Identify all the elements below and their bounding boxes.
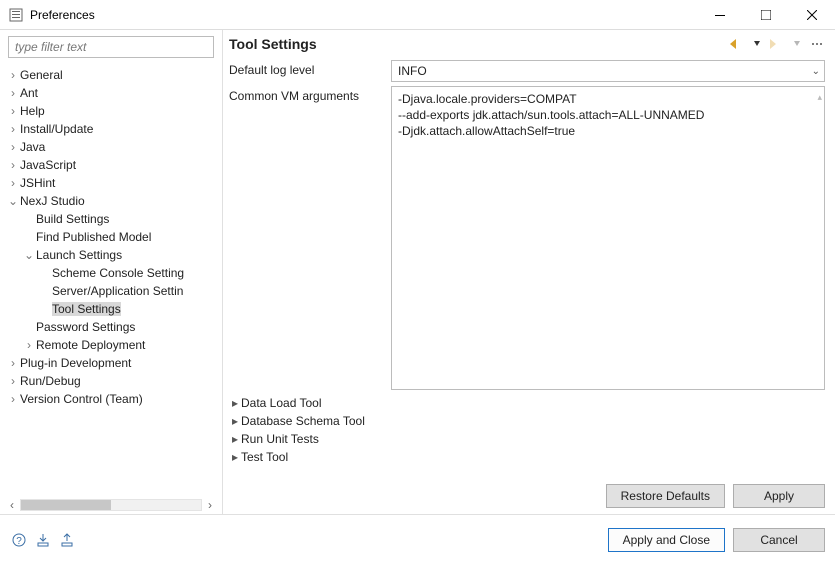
forward-dropdown-icon	[789, 36, 805, 52]
log-level-select[interactable]: INFO ⌄	[391, 60, 825, 82]
back-dropdown-icon[interactable]	[749, 36, 765, 52]
view-menu-icon[interactable]	[809, 36, 825, 52]
title-bar: Preferences	[0, 0, 835, 30]
tree-item-remote-deployment[interactable]: ›Remote Deployment	[4, 336, 222, 354]
dialog-footer: ? Apply and Close Cancel	[0, 514, 835, 564]
tree-item-general[interactable]: ›General	[4, 66, 222, 84]
page-heading: Tool Settings	[223, 30, 835, 60]
restore-defaults-button[interactable]: Restore Defaults	[606, 484, 725, 508]
tree-item-nexj-studio[interactable]: ⌄NexJ Studio	[4, 192, 222, 210]
apply-and-close-button[interactable]: Apply and Close	[608, 528, 725, 552]
tree-item-launch-settings[interactable]: ⌄Launch Settings	[4, 246, 222, 264]
chevron-right-icon: ›	[6, 176, 20, 190]
chevron-down-icon: ⌄	[812, 66, 820, 77]
tree-item-password-settings[interactable]: Password Settings	[4, 318, 222, 336]
page-title: Tool Settings	[229, 36, 725, 52]
page-button-row: Restore Defaults Apply	[223, 478, 835, 514]
tree-item-javascript[interactable]: ›JavaScript	[4, 156, 222, 174]
chevron-right-icon: ›	[6, 104, 20, 118]
triangle-right-icon: ▸	[229, 396, 241, 410]
tree-horizontal-scrollbar[interactable]: ‹ ›	[0, 496, 222, 514]
log-level-value: INFO	[398, 64, 427, 78]
triangle-right-icon: ▸	[229, 450, 241, 464]
cancel-button[interactable]: Cancel	[733, 528, 825, 552]
tree-item-version-control[interactable]: ›Version Control (Team)	[4, 390, 222, 408]
svg-text:?: ?	[16, 536, 22, 547]
maximize-button[interactable]	[743, 0, 789, 30]
vm-arguments-textarea[interactable]: -Djava.locale.providers=COMPAT --add-exp…	[391, 86, 825, 390]
tree-item-server-application-setting[interactable]: Server/Application Settin	[4, 282, 222, 300]
filter-placeholder: type filter text	[15, 40, 86, 54]
section-run-unit-tests[interactable]: ▸Run Unit Tests	[229, 430, 825, 448]
tree-item-tool-settings[interactable]: Tool Settings	[4, 300, 222, 318]
form-area: Default log level INFO ⌄ Common VM argum…	[223, 60, 835, 478]
tree-item-ant[interactable]: ›Ant	[4, 84, 222, 102]
chevron-right-icon: ›	[6, 392, 20, 406]
right-panel: Tool Settings Default log level INFO ⌄ C…	[223, 30, 835, 514]
preferences-icon	[8, 7, 24, 23]
minimize-button[interactable]	[697, 0, 743, 30]
tree-item-build-settings[interactable]: Build Settings	[4, 210, 222, 228]
scroll-track[interactable]	[20, 499, 202, 511]
back-icon[interactable]	[729, 36, 745, 52]
help-icon[interactable]: ?	[10, 531, 28, 549]
import-icon[interactable]	[34, 531, 52, 549]
left-panel: type filter text ›General ›Ant ›Help ›In…	[0, 30, 223, 514]
scroll-left-icon[interactable]: ‹	[4, 497, 20, 513]
tree-item-help[interactable]: ›Help	[4, 102, 222, 120]
vm-arguments-label: Common VM arguments	[229, 86, 391, 103]
tree-item-java[interactable]: ›Java	[4, 138, 222, 156]
section-data-load-tool[interactable]: ▸Data Load Tool	[229, 394, 825, 412]
triangle-right-icon: ▸	[229, 414, 241, 428]
tree-item-plugin-development[interactable]: ›Plug-in Development	[4, 354, 222, 372]
chevron-down-icon: ⌄	[6, 194, 20, 208]
export-icon[interactable]	[58, 531, 76, 549]
tree-item-jshint[interactable]: ›JSHint	[4, 174, 222, 192]
chevron-right-icon: ›	[6, 158, 20, 172]
chevron-right-icon: ›	[6, 374, 20, 388]
triangle-right-icon: ▸	[229, 432, 241, 446]
chevron-right-icon: ›	[6, 68, 20, 82]
filter-input[interactable]: type filter text	[8, 36, 214, 58]
tree-item-run-debug[interactable]: ›Run/Debug	[4, 372, 222, 390]
chevron-right-icon: ›	[6, 356, 20, 370]
scroll-up-icon: ▴	[817, 89, 822, 105]
chevron-right-icon: ›	[6, 122, 20, 136]
section-database-schema-tool[interactable]: ▸Database Schema Tool	[229, 412, 825, 430]
scroll-right-icon[interactable]: ›	[202, 497, 218, 513]
window-title: Preferences	[30, 8, 697, 22]
chevron-right-icon: ›	[6, 140, 20, 154]
scroll-thumb[interactable]	[21, 500, 111, 510]
forward-icon	[769, 36, 785, 52]
section-test-tool[interactable]: ▸Test Tool	[229, 448, 825, 466]
tree-item-install-update[interactable]: ›Install/Update	[4, 120, 222, 138]
close-button[interactable]	[789, 0, 835, 30]
chevron-down-icon: ⌄	[22, 248, 36, 262]
tree-item-find-published-model[interactable]: Find Published Model	[4, 228, 222, 246]
tree-item-scheme-console-setting[interactable]: Scheme Console Setting	[4, 264, 222, 282]
chevron-right-icon: ›	[6, 86, 20, 100]
log-level-label: Default log level	[229, 60, 391, 77]
chevron-right-icon: ›	[22, 338, 36, 352]
preferences-tree[interactable]: ›General ›Ant ›Help ›Install/Update ›Jav…	[0, 64, 222, 496]
apply-button[interactable]: Apply	[733, 484, 825, 508]
